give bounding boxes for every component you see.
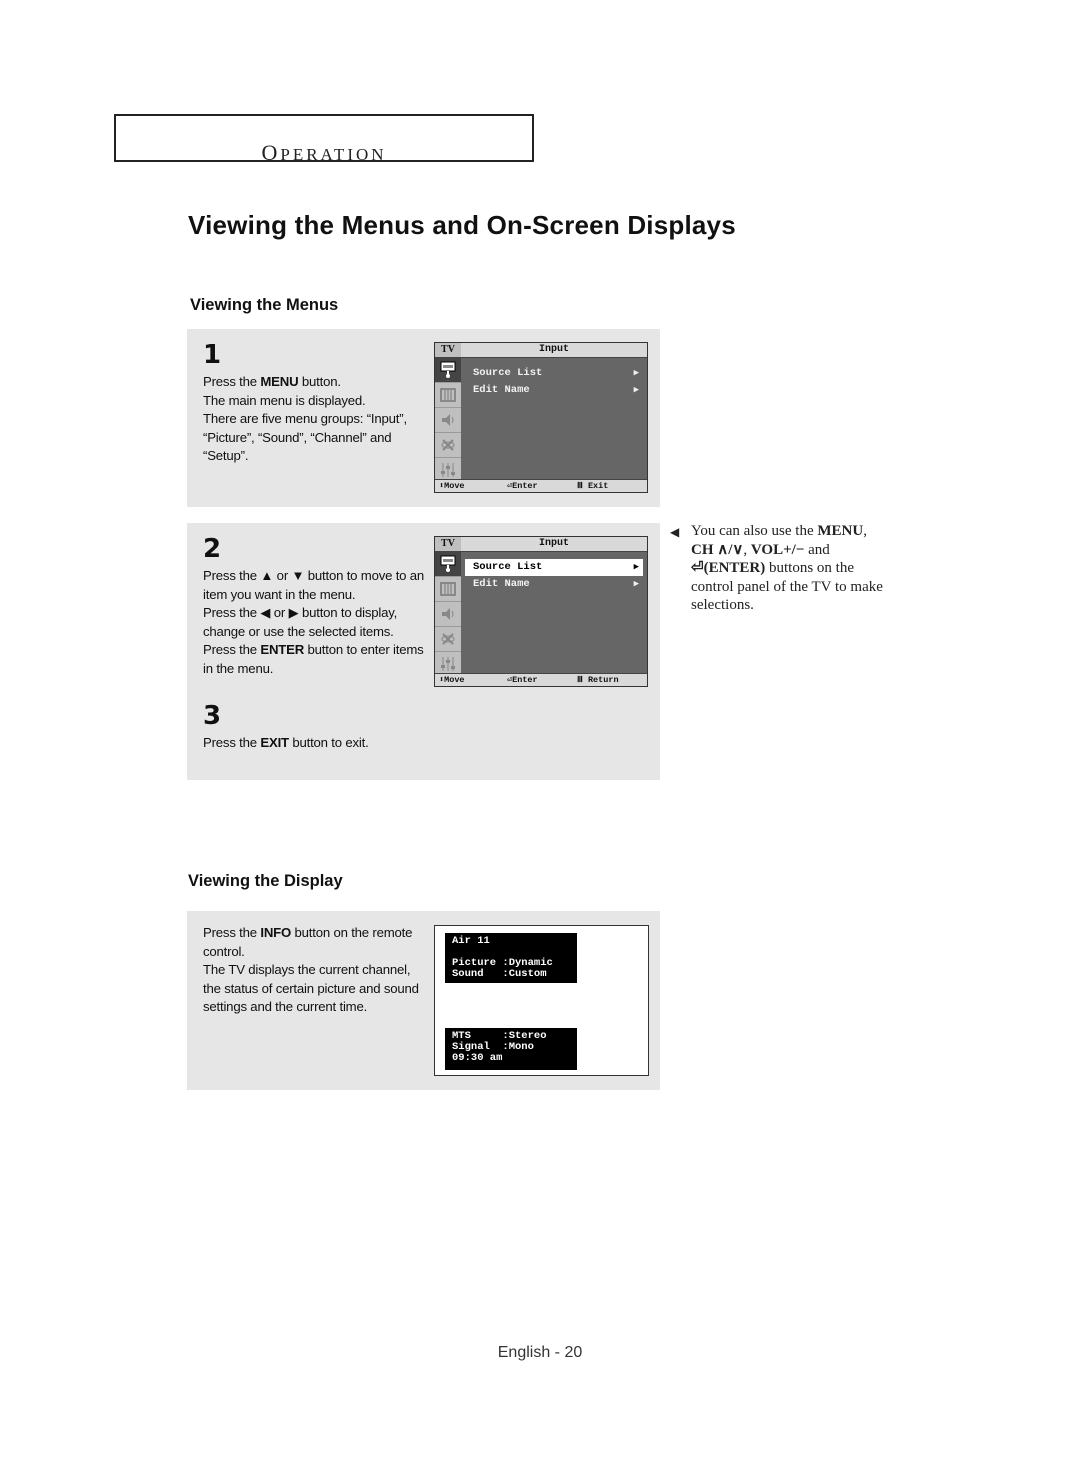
text: and bbox=[804, 541, 830, 558]
info-display-screen: Air 11 Picture :Dynamic Sound :Custom MT… bbox=[434, 925, 649, 1076]
section-label: OPERATION bbox=[261, 128, 386, 166]
step-line: The main menu is displayed. bbox=[203, 392, 428, 411]
osd-enter-hint: ⏎Enter bbox=[507, 675, 538, 685]
text: You can also use the bbox=[691, 523, 818, 539]
section-label-rest: PERATION bbox=[280, 145, 387, 164]
osd-header: TV Input bbox=[435, 537, 647, 552]
section-label-initial: O bbox=[261, 140, 281, 165]
osd-menu-item-label: Source List bbox=[473, 367, 543, 379]
note-text: You can also use the MENU, CH ∧/∨, VOL+/… bbox=[691, 522, 890, 615]
step-number: 2 bbox=[203, 534, 222, 564]
step-line: Press the INFO button on the remote cont… bbox=[203, 924, 428, 961]
osd-exit-hint: Ⅲ Exit bbox=[577, 481, 609, 491]
chevron-right-icon: ▶ bbox=[633, 385, 639, 395]
step-text: Press the EXIT button to exit. bbox=[203, 734, 623, 753]
step-text: Press the ▲ or ▼ button to move to an it… bbox=[203, 567, 428, 679]
sound-icon[interactable] bbox=[435, 602, 461, 627]
button-name: ⏎(ENTER) bbox=[691, 560, 766, 576]
input-icon[interactable] bbox=[435, 552, 461, 577]
osd-footer: ⬍Move ⏎Enter Ⅲ Exit bbox=[435, 479, 647, 492]
step-number: 3 bbox=[203, 701, 222, 731]
text: There are five menu groups: “Input”, “Pi… bbox=[203, 411, 407, 464]
text: , bbox=[743, 541, 751, 558]
section-header: OPERATION bbox=[114, 114, 534, 165]
osd-move-hint: ⬍Move bbox=[439, 675, 465, 685]
osd-menu-item-label: Source List bbox=[473, 561, 543, 573]
osd-menu-item[interactable]: Edit Name ▶ bbox=[465, 382, 643, 399]
control-panel-note: ◀ You can also use the MENU, CH ∧/∨, VOL… bbox=[670, 522, 890, 615]
button-name: ENTER bbox=[260, 642, 305, 658]
step-line: Press the ◀ or ▶ button to display, chan… bbox=[203, 604, 428, 641]
osd-menu-item-label: Edit Name bbox=[473, 578, 530, 590]
osd-footer: ⬍Move ⏎Enter Ⅲ Return bbox=[435, 673, 647, 686]
step-line: There are five menu groups: “Input”, “Pi… bbox=[203, 410, 428, 466]
channel-icon[interactable] bbox=[435, 627, 461, 652]
osd-header: TV Input bbox=[435, 343, 647, 358]
page-footer: English - 20 bbox=[497, 1344, 583, 1361]
text: Press the bbox=[203, 925, 261, 940]
input-icon[interactable] bbox=[435, 358, 461, 383]
channel-icon[interactable] bbox=[435, 433, 461, 458]
step-line: Press the ENTER button to enter items in… bbox=[203, 641, 428, 678]
text: button to exit. bbox=[288, 735, 369, 750]
button-name: INFO bbox=[260, 925, 292, 940]
osd-sidebar bbox=[435, 552, 461, 677]
text: Press the bbox=[203, 374, 261, 389]
text: , bbox=[863, 523, 867, 539]
osd-tv-label: TV bbox=[435, 343, 461, 357]
osd-menu-title: Input bbox=[538, 538, 569, 549]
picture-icon[interactable] bbox=[435, 577, 461, 602]
button-name: CH ∧/∨ bbox=[691, 541, 744, 558]
osd-menu-screen-selected: TV Input Source List ▶ Edit Name ▶ ⬍Move ⏎Ent… bbox=[434, 536, 648, 687]
text: Press the ▲ or ▼ button to move to an it… bbox=[203, 568, 425, 602]
step-line: Press the ▲ or ▼ button to move to an it… bbox=[203, 567, 428, 604]
button-name: EXIT bbox=[260, 735, 289, 750]
chevron-right-icon: ▶ bbox=[633, 562, 639, 572]
osd-tv-label: TV bbox=[435, 537, 461, 551]
picture-icon[interactable] bbox=[435, 383, 461, 408]
step-text: Press the MENU button. The main menu is … bbox=[203, 373, 428, 466]
text: The main menu is displayed. bbox=[203, 392, 366, 408]
osd-exit-hint: Ⅲ Return bbox=[577, 675, 619, 685]
step-3: 3 Press the EXIT button to exit. bbox=[203, 702, 623, 753]
step-1: 1 Press the MENU button. The main menu i… bbox=[203, 341, 428, 466]
step-line: Press the EXIT button to exit. bbox=[203, 734, 623, 753]
page-title: Viewing the Menus and On-Screen Displays bbox=[188, 210, 736, 240]
chevron-right-icon: ▶ bbox=[633, 579, 639, 589]
sound-icon[interactable] bbox=[435, 408, 461, 433]
display-section-title: Viewing the Display bbox=[188, 872, 343, 890]
menus-section-title: Viewing the Menus bbox=[190, 296, 339, 314]
chevron-right-icon: ▶ bbox=[633, 368, 639, 378]
info-channel-box: Air 11 Picture :Dynamic Sound :Custom bbox=[445, 933, 577, 983]
button-name: VOL+/− bbox=[750, 541, 805, 558]
osd-menu-items: Source List ▶ Edit Name ▶ bbox=[465, 365, 643, 399]
button-name: MENU bbox=[260, 374, 299, 389]
osd-menu-item[interactable]: Edit Name ▶ bbox=[465, 576, 643, 593]
text: The TV displays the current channel, the… bbox=[203, 962, 419, 1015]
text: Press the ◀ or ▶ button to display, chan… bbox=[203, 605, 398, 639]
text: button. bbox=[298, 374, 341, 389]
button-name: MENU bbox=[817, 523, 864, 539]
osd-menu-item[interactable]: Source List ▶ bbox=[465, 559, 643, 576]
osd-menu-item[interactable]: Source List ▶ bbox=[465, 365, 643, 382]
osd-sidebar bbox=[435, 358, 461, 483]
osd-enter-hint: ⏎Enter bbox=[507, 481, 538, 491]
osd-menu-item-label: Edit Name bbox=[473, 384, 530, 396]
text: Press the bbox=[203, 642, 261, 658]
osd-menu-title: Input bbox=[538, 344, 569, 355]
display-description: Press the INFO button on the remote cont… bbox=[203, 924, 428, 1017]
note-pointer-icon: ◀ bbox=[670, 525, 680, 539]
step-line: Press the MENU button. bbox=[203, 373, 428, 392]
step-text: Press the INFO button on the remote cont… bbox=[203, 924, 428, 1017]
osd-menu-screen: TV Input Source List ▶ Edit Name ▶ ⬍Move ⏎Ent… bbox=[434, 342, 648, 493]
step-2: 2 Press the ▲ or ▼ button to move to an … bbox=[203, 535, 428, 679]
step-line: The TV displays the current channel, the… bbox=[203, 961, 428, 1017]
text: Press the bbox=[203, 735, 261, 750]
osd-menu-items: Source List ▶ Edit Name ▶ bbox=[465, 559, 643, 593]
info-status-box: MTS :Stereo Signal :Mono 09:30 am bbox=[445, 1028, 577, 1070]
step-number: 1 bbox=[203, 340, 222, 370]
osd-move-hint: ⬍Move bbox=[439, 481, 465, 491]
